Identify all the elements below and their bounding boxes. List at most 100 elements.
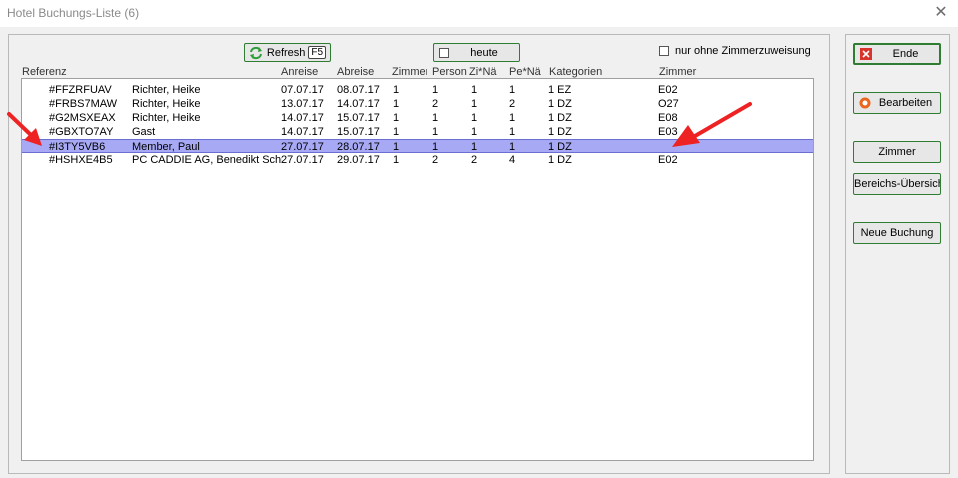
- heute-label: heute: [470, 46, 498, 59]
- cell-ref: #FFZRFUAV: [49, 84, 112, 96]
- table-row[interactable]: #I3TY5VB6 Member, Paul 27.07.17 28.07.17 1 1 1…: [22, 139, 813, 153]
- title-bar: Hotel Buchungs-Liste (6) ✕: [0, 0, 958, 27]
- window-client: Refresh F5 heute nur ohne Zimmerzuweisun…: [0, 27, 958, 478]
- cell-name: Gast: [132, 126, 156, 138]
- cell-anreise: 13.07.17: [281, 98, 324, 110]
- cell-abreise: 29.07.17: [337, 154, 380, 166]
- cell-ref: #GBXTO7AY: [49, 126, 114, 138]
- cell-pena: 1: [509, 126, 516, 138]
- cell-person: 1: [432, 112, 439, 124]
- refresh-icon: [249, 46, 263, 60]
- cell-pena: 2: [509, 98, 516, 110]
- refresh-shortcut: F5: [308, 46, 327, 59]
- cell-kat: 1 DZ: [548, 154, 572, 166]
- cell-name: Richter, Heike: [132, 84, 201, 96]
- cell-zimmer: 1: [393, 112, 400, 124]
- cell-abreise: 28.07.17: [337, 141, 380, 153]
- header-anreise[interactable]: Anreise: [281, 66, 331, 78]
- cell-anreise: 14.07.17: [281, 112, 324, 124]
- refresh-button[interactable]: Refresh F5: [244, 43, 331, 62]
- cell-ref: #HSHXE4B5: [49, 154, 113, 166]
- neue-buchung-button[interactable]: Neue Buchung: [853, 222, 941, 244]
- cell-zimmer: 1: [393, 126, 400, 138]
- cell-person: 2: [432, 98, 439, 110]
- table-row[interactable]: #FFZRFUAV Richter, Heike 07.07.17 08.07.17 1…: [22, 83, 813, 97]
- cell-pena: 1: [509, 112, 516, 124]
- ende-label: Ende: [892, 48, 919, 60]
- cell-zimmer: 1: [393, 84, 400, 96]
- refresh-label: Refresh: [266, 46, 306, 59]
- cell-kat: 1 DZ: [548, 98, 572, 110]
- header-kategorien[interactable]: Kategorien: [549, 66, 649, 78]
- cell-abreise: 15.07.17: [337, 126, 380, 138]
- header-zimmer-nr[interactable]: Zimmer: [659, 66, 739, 78]
- cell-zim: O27: [658, 98, 679, 110]
- heute-button[interactable]: heute: [433, 43, 520, 62]
- edit-icon: [859, 97, 871, 109]
- cell-zim: E03: [658, 126, 678, 138]
- cell-pena: 1: [509, 84, 516, 96]
- cell-ref: #FRBS7MAW: [49, 98, 118, 110]
- close-icon[interactable]: ✕: [928, 3, 954, 23]
- cell-ref: #I3TY5VB6: [49, 141, 106, 153]
- header-person[interactable]: Person: [432, 66, 467, 78]
- cell-zim: E08: [658, 112, 678, 124]
- table-row[interactable]: #G2MSXEAX Richter, Heike 14.07.17 15.07.17 1…: [22, 111, 813, 125]
- cell-abreise: 08.07.17: [337, 84, 380, 96]
- header-zimmer[interactable]: Zimmer: [392, 66, 427, 78]
- cell-person: 1: [432, 84, 439, 96]
- header-zi-nae[interactable]: Zi*Nä: [469, 66, 504, 78]
- exit-icon: [860, 48, 872, 60]
- cell-zina: 1: [471, 98, 478, 110]
- header-pe-nae[interactable]: Pe*Nä: [509, 66, 545, 78]
- cell-name: Richter, Heike: [132, 98, 201, 110]
- cell-abreise: 15.07.17: [337, 112, 380, 124]
- ende-button[interactable]: Ende: [853, 43, 941, 65]
- table-row[interactable]: #HSHXE4B5 PC CADDIE AG, Benedikt Schr 27.0…: [22, 153, 813, 167]
- cell-zimmer: 1: [393, 98, 400, 110]
- cell-kat: 1 DZ: [548, 112, 572, 124]
- cell-name: Richter, Heike: [132, 112, 201, 124]
- header-abreise[interactable]: Abreise: [337, 66, 387, 78]
- booking-list[interactable]: #FFZRFUAV Richter, Heike 07.07.17 08.07.17 1…: [21, 78, 814, 461]
- cell-anreise: 27.07.17: [281, 141, 324, 153]
- cell-name: PC CADDIE AG, Benedikt Schr: [132, 154, 282, 166]
- heute-checkbox-icon: [439, 47, 449, 58]
- filter-checkbox-label: nur ohne Zimmerzuweisung: [675, 45, 811, 57]
- filter-checkbox-box[interactable]: [659, 46, 669, 56]
- cell-pena: 1: [509, 141, 516, 153]
- cell-anreise: 07.07.17: [281, 84, 324, 96]
- cell-person: 1: [432, 141, 439, 153]
- cell-zina: 1: [471, 126, 478, 138]
- cell-anreise: 14.07.17: [281, 126, 324, 138]
- cell-person: 1: [432, 126, 439, 138]
- cell-zimmer: 1: [393, 141, 400, 153]
- bearbeiten-button[interactable]: Bearbeiten: [853, 92, 941, 114]
- zimmer-button[interactable]: Zimmer: [853, 141, 941, 163]
- cell-kat: 1 DZ: [548, 126, 572, 138]
- bereichs-uebersicht-button[interactable]: Bereichs-Übersich: [853, 173, 941, 195]
- cell-kat: 1 DZ: [548, 141, 572, 153]
- cell-zina: 1: [471, 112, 478, 124]
- neue-buchung-label: Neue Buchung: [860, 227, 934, 239]
- cell-zim: E02: [658, 154, 678, 166]
- cell-zina: 1: [471, 84, 478, 96]
- filter-checkbox[interactable]: nur ohne Zimmerzuweisung: [659, 45, 811, 57]
- cell-anreise: 27.07.17: [281, 154, 324, 166]
- cell-kat: 1 EZ: [548, 84, 572, 96]
- cell-ref: #G2MSXEAX: [49, 112, 116, 124]
- table-row[interactable]: #GBXTO7AY Gast 14.07.17 15.07.17 1 1 1 1 1 DZ E03: [22, 125, 813, 139]
- cell-pena: 4: [509, 154, 516, 166]
- zimmer-label: Zimmer: [878, 146, 916, 158]
- cell-zim: E02: [658, 84, 678, 96]
- cell-zina: 2: [471, 154, 478, 166]
- cell-zimmer: 1: [393, 154, 400, 166]
- cell-zina: 1: [471, 141, 478, 153]
- header-referenz[interactable]: Referenz: [22, 66, 142, 78]
- cell-name: Member, Paul: [132, 141, 200, 153]
- table-row[interactable]: #FRBS7MAW Richter, Heike 13.07.17 14.07.17 1…: [22, 97, 813, 111]
- bereichs-uebersicht-label: Bereichs-Übersich: [854, 178, 940, 190]
- window-title: Hotel Buchungs-Liste (6): [7, 6, 140, 20]
- cell-abreise: 14.07.17: [337, 98, 380, 110]
- bearbeiten-label: Bearbeiten: [878, 97, 933, 109]
